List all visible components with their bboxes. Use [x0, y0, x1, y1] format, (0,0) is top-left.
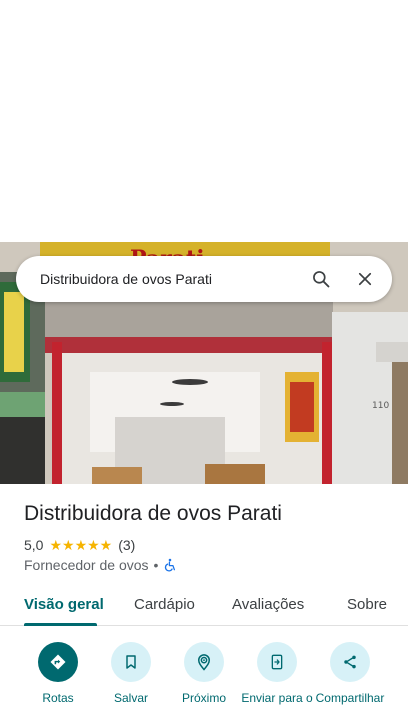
nearby-icon	[184, 642, 224, 682]
send-to-phone-label: Enviar para o	[241, 691, 313, 705]
review-count: (3)	[118, 537, 136, 553]
place-title: Distribuidora de ovos Parati	[24, 502, 282, 525]
category-row: Fornecedor de ovos •	[24, 556, 177, 574]
place-details-panel: Distribuidora de ovos Parati 5,0 ★★★★★ (…	[0, 484, 408, 726]
place-tabs: Visão geral Cardápio Avaliações Sobre	[0, 586, 408, 626]
directions-button[interactable]: Rotas	[18, 642, 98, 719]
save-button[interactable]: Salvar	[91, 642, 171, 719]
share-label: Compartilhar	[315, 691, 385, 705]
tab-reviews[interactable]: Avaliações	[232, 596, 304, 613]
search-bar[interactable]: Distribuidora de ovos Parati	[16, 256, 392, 302]
directions-icon	[38, 642, 78, 682]
close-icon[interactable]	[348, 262, 382, 296]
nearby-button[interactable]: Próximo	[164, 642, 244, 719]
map-blank-area	[0, 0, 408, 242]
share-button[interactable]: Compartilhar	[310, 642, 390, 719]
active-tab-indicator	[24, 623, 97, 626]
save-label: Salvar	[113, 691, 148, 705]
search-icon[interactable]	[304, 262, 338, 296]
bookmark-icon	[111, 642, 151, 682]
place-category: Fornecedor de ovos	[24, 557, 149, 573]
tab-menu[interactable]: Cardápio	[134, 596, 195, 613]
tab-overview[interactable]: Visão geral	[24, 596, 104, 613]
rating-row[interactable]: 5,0 ★★★★★ (3)	[24, 536, 135, 554]
tab-about[interactable]: Sobre	[347, 596, 387, 613]
wheelchair-accessible-icon	[163, 558, 177, 572]
separator-dot: •	[153, 557, 159, 573]
send-to-phone-button[interactable]: Enviar para o	[237, 642, 317, 719]
rating-stars: ★★★★★	[49, 536, 113, 553]
rating-value: 5,0	[24, 537, 44, 553]
search-input[interactable]: Distribuidora de ovos Parati	[40, 271, 294, 287]
send-to-phone-icon	[257, 642, 297, 682]
directions-label: Rotas	[42, 691, 74, 705]
nearby-label: Próximo	[181, 691, 226, 705]
share-icon	[330, 642, 370, 682]
door-number: 110	[372, 401, 389, 411]
